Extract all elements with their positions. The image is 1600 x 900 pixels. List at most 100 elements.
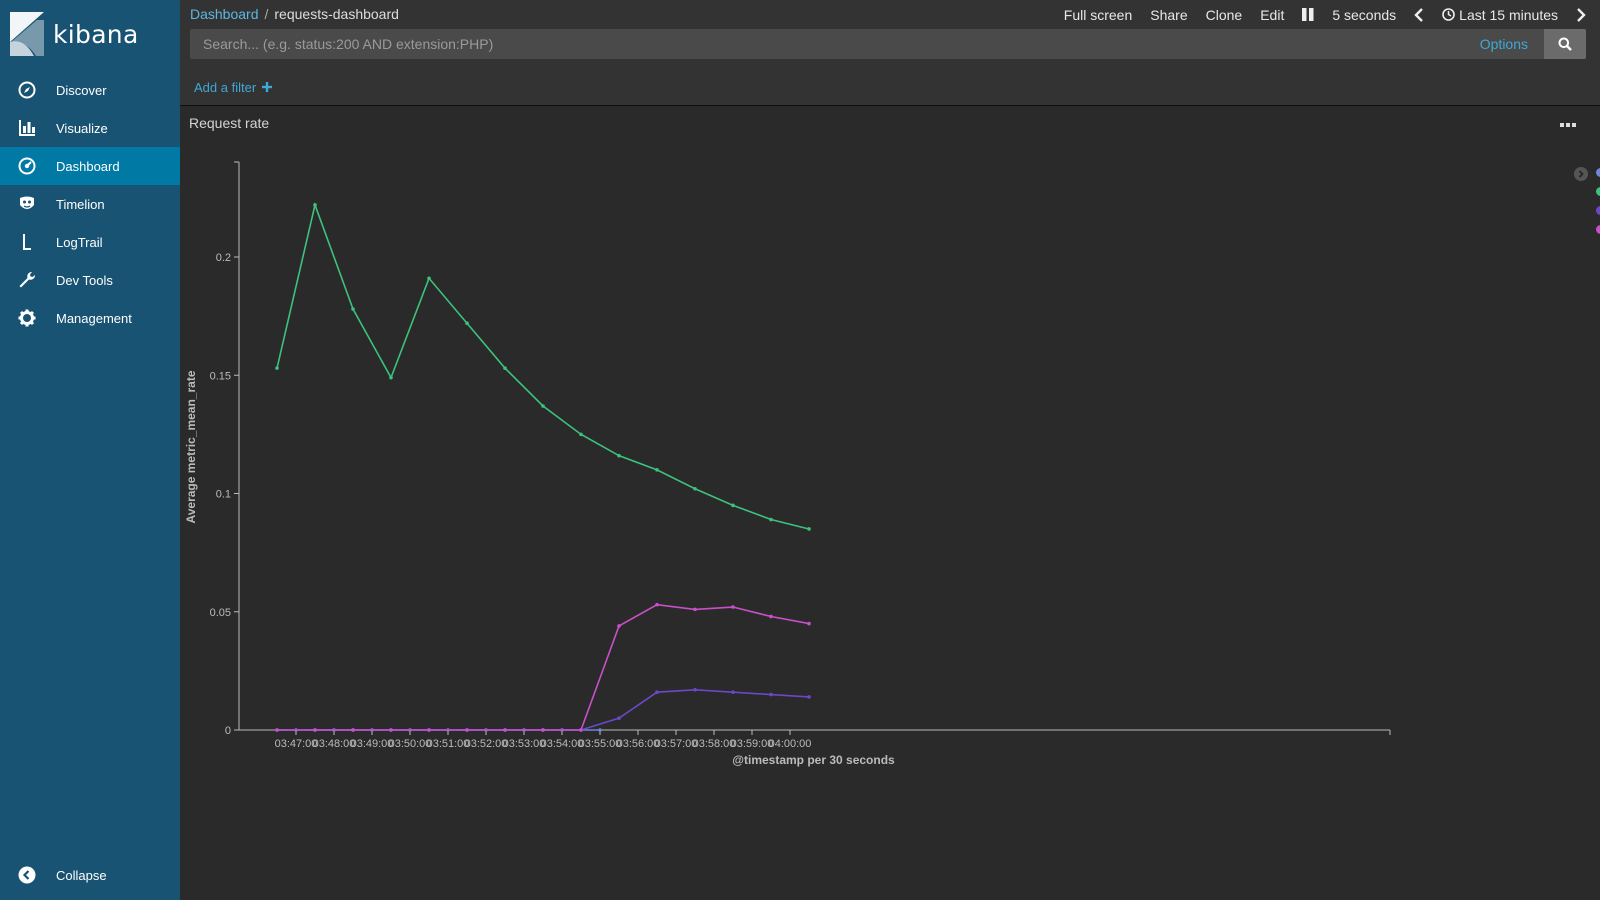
data-point-gateway-docker-com bbox=[693, 607, 697, 612]
sidebar-item-label: Timelion bbox=[56, 196, 105, 212]
series-line-gateway-docker-com bbox=[277, 603, 810, 731]
data-point-gateway-docker-com bbox=[275, 728, 279, 732]
collapse-button[interactable]: Collapse bbox=[0, 860, 180, 890]
y-tick-label: 0.05 bbox=[210, 607, 231, 619]
data-point-blog-docker-compos bbox=[655, 690, 659, 694]
legend-color-dot-icon bbox=[1596, 187, 1600, 196]
search-icon bbox=[1558, 37, 1572, 51]
data-point-jhipster-registry-dock bbox=[503, 366, 507, 370]
sidebar-item-label: Dashboard bbox=[56, 158, 120, 174]
kibana-logo[interactable]: kibana bbox=[10, 12, 139, 56]
clone-button[interactable]: Clone bbox=[1206, 7, 1243, 23]
data-point-jhipster-registry-dock bbox=[465, 321, 469, 326]
data-point-blog-docker-compos bbox=[693, 687, 697, 692]
legend-color-dot-icon bbox=[1596, 168, 1600, 177]
x-tick-label: 04:00:00 bbox=[769, 738, 812, 750]
search-button[interactable] bbox=[1544, 29, 1586, 59]
wrench-icon bbox=[17, 270, 37, 290]
data-point-jhipster-registry-dock bbox=[351, 307, 355, 311]
chevron-left-icon bbox=[1414, 7, 1424, 22]
sidebar-item-visualize[interactable]: Visualize bbox=[0, 109, 180, 147]
x-tick-label: 03:50:00 bbox=[389, 738, 432, 750]
sidebar-item-logtrail[interactable]: LogTrail bbox=[0, 223, 180, 261]
timelion-icon bbox=[17, 194, 37, 214]
x-tick-label: 03:49:00 bbox=[351, 738, 394, 750]
edit-button[interactable]: Edit bbox=[1260, 7, 1284, 23]
sidebar-item-management[interactable]: Management bbox=[0, 299, 180, 337]
gear-icon bbox=[17, 308, 37, 328]
x-tick-label: 03:58:00 bbox=[693, 738, 736, 750]
x-tick-label: 03:54:00 bbox=[541, 738, 584, 750]
y-axis-title: Average metric_mean_rate bbox=[184, 370, 198, 523]
legend-item[interactable]: gateway-docker-com... bbox=[1596, 220, 1600, 239]
legend-item[interactable]: blog-docker-compos... bbox=[1596, 201, 1600, 220]
legend-item[interactable]: jhipster-registry-dock... bbox=[1596, 182, 1600, 201]
add-filter-button[interactable]: Add a filter bbox=[194, 80, 272, 95]
data-point-jhipster-registry-dock bbox=[389, 375, 393, 380]
data-point-jhipster-registry-dock bbox=[769, 517, 773, 522]
data-point-jhipster-registry-dock bbox=[579, 432, 583, 437]
data-point-gateway-docker-com bbox=[427, 728, 431, 732]
sidebar-item-dashboard[interactable]: Dashboard bbox=[0, 147, 180, 185]
plus-icon bbox=[261, 82, 272, 92]
data-point-jhipster-registry-dock bbox=[617, 453, 621, 458]
top-menu: Full screen Share Clone Edit 5 seconds L… bbox=[1055, 0, 1600, 29]
y-tick-label: 0.1 bbox=[216, 489, 231, 501]
search-input[interactable] bbox=[190, 29, 1464, 59]
breadcrumb-dashboard-link[interactable]: Dashboard bbox=[190, 6, 259, 22]
time-forward-button[interactable] bbox=[1576, 7, 1586, 22]
data-point-jhipster-registry-dock bbox=[731, 503, 735, 508]
sidebar-item-timelion[interactable]: Timelion bbox=[0, 185, 180, 223]
data-point-gateway-docker-com bbox=[313, 728, 317, 732]
data-point-gateway-docker-com bbox=[351, 728, 355, 732]
collapse-label: Collapse bbox=[56, 867, 107, 883]
full-screen-button[interactable]: Full screen bbox=[1064, 7, 1132, 23]
sidebar-item-dev-tools[interactable]: Dev Tools bbox=[0, 261, 180, 299]
x-tick-label: 03:47:00 bbox=[275, 738, 318, 750]
x-tick-label: 03:53:00 bbox=[503, 738, 546, 750]
sidebar-item-label: Dev Tools bbox=[56, 272, 113, 288]
line-chart: 00.050.10.150.203:47:0003:48:0003:49:000… bbox=[184, 161, 1391, 767]
x-tick-label: 03:52:00 bbox=[465, 738, 508, 750]
options-button[interactable]: Options bbox=[1464, 29, 1544, 59]
query-bar: Options bbox=[190, 29, 1586, 59]
time-range-label: Last 15 minutes bbox=[1459, 6, 1558, 23]
data-point-gateway-docker-com bbox=[503, 728, 507, 732]
time-back-button[interactable] bbox=[1414, 7, 1424, 22]
legend-item[interactable]: store-docker-compos... bbox=[1596, 163, 1600, 182]
sidebar-item-label: Management bbox=[56, 310, 132, 326]
share-button[interactable]: Share bbox=[1150, 7, 1187, 23]
x-axis-title: @timestamp per 30 seconds bbox=[732, 753, 895, 767]
logtrail-icon bbox=[17, 232, 37, 252]
y-tick-label: 0 bbox=[225, 725, 231, 737]
data-point-gateway-docker-com bbox=[655, 602, 659, 607]
data-point-jhipster-registry-dock bbox=[807, 527, 811, 531]
x-tick-label: 03:55:00 bbox=[579, 738, 622, 750]
refresh-interval-button[interactable]: 5 seconds bbox=[1332, 7, 1396, 23]
sidebar-item-label: Discover bbox=[56, 82, 107, 98]
data-point-gateway-docker-com bbox=[617, 624, 621, 628]
data-point-gateway-docker-com bbox=[389, 728, 393, 732]
chevron-left-circle-icon bbox=[17, 865, 37, 885]
data-point-jhipster-registry-dock bbox=[693, 486, 697, 491]
breadcrumb: Dashboard / requests-dashboard bbox=[190, 6, 399, 22]
visualization-panel: Request rate 0 0.05 0.1 0.15 0.2 03:47:00 03:4… bbox=[180, 107, 1600, 900]
data-point-store-docker-compos bbox=[598, 728, 602, 732]
x-tick-label: 03:51:00 bbox=[427, 738, 470, 750]
data-point-jhipster-registry-dock bbox=[313, 203, 317, 207]
sidebar-item-label: Visualize bbox=[56, 120, 108, 136]
series-line-blog-docker-compos bbox=[277, 688, 810, 731]
sidebar: kibana Discover Visualize Dashboard Time… bbox=[0, 0, 180, 900]
data-point-blog-docker-compos bbox=[731, 690, 735, 694]
data-point-blog-docker-compos bbox=[807, 695, 811, 699]
sidebar-item-discover[interactable]: Discover bbox=[0, 71, 180, 109]
pause-button[interactable] bbox=[1302, 8, 1314, 21]
x-tick-label: 03:59:00 bbox=[731, 738, 774, 750]
time-picker-button[interactable]: Last 15 minutes bbox=[1442, 7, 1558, 23]
data-point-gateway-docker-com bbox=[769, 614, 773, 619]
kibana-logo-icon bbox=[10, 12, 44, 56]
breadcrumb-current: requests-dashboard bbox=[274, 6, 399, 22]
legend-toggle-button[interactable] bbox=[1574, 167, 1588, 181]
data-point-jhipster-registry-dock bbox=[275, 366, 279, 370]
bar-chart-icon bbox=[17, 118, 37, 138]
